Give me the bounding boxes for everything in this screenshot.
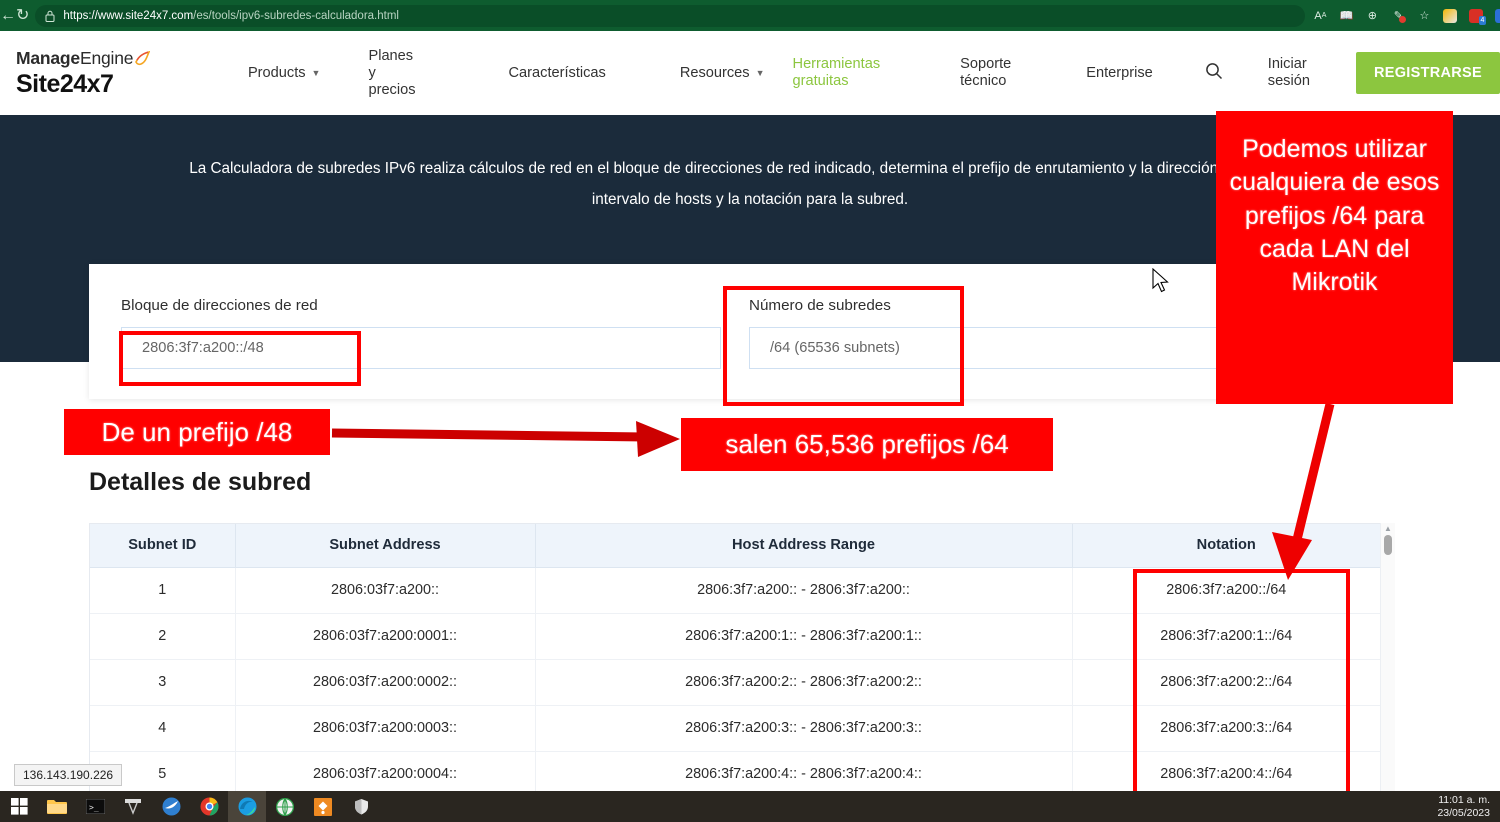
cell-subnet-id: 3 bbox=[90, 659, 235, 705]
table-header-row: Subnet ID Subnet Address Host Address Ra… bbox=[90, 524, 1380, 567]
address-bar[interactable]: https://www.site24x7.com/es/tools/ipv6-s… bbox=[35, 5, 1305, 27]
chevron-down-icon: ▼ bbox=[312, 65, 321, 82]
svg-text:>_: >_ bbox=[89, 803, 99, 812]
nav-item-planes-precios[interactable]: Planes y precios bbox=[368, 48, 415, 99]
signin-link[interactable]: Iniciar sesión bbox=[1268, 56, 1310, 90]
page-title: Detalles de subred bbox=[89, 468, 311, 497]
cell-subnet-address: 2806:03f7:a200:0003:: bbox=[235, 705, 535, 751]
url-path: /es/tools/ipv6-subredes-calculadora.html bbox=[193, 10, 399, 22]
cell-subnet-address: 2806:03f7:a200:: bbox=[235, 567, 535, 613]
read-aloud-icon[interactable]: AA bbox=[1307, 0, 1333, 31]
cell-subnet-id: 1 bbox=[90, 567, 235, 613]
browser-toolbar: ← ↻ https://www.site24x7.com/es/tools/ip… bbox=[0, 0, 1500, 31]
nav-label-soporte: Soporte técnico bbox=[960, 56, 1011, 90]
browser-extension-icons: AA 📖 ⊕ ✎ ☆ 4 A 4 ip ♡ ◫ ↓ ▣ ● ⋯ b bbox=[1307, 0, 1500, 31]
globe-green-icon[interactable] bbox=[266, 791, 304, 822]
network-block-label: Bloque de direcciones de red bbox=[121, 297, 721, 314]
favorites-icon[interactable]: ☆ bbox=[1411, 0, 1437, 31]
cell-host-range: 2806:3f7:a200:1:: - 2806:3f7:a200:1:: bbox=[535, 613, 1072, 659]
cell-subnet-address: 2806:03f7:a200:0001:: bbox=[235, 613, 535, 659]
column-header-subnet-address: Subnet Address bbox=[235, 524, 535, 567]
edge-icon[interactable] bbox=[228, 791, 266, 822]
nav-label-enterprise: Enterprise bbox=[1086, 65, 1153, 82]
cell-subnet-id: 4 bbox=[90, 705, 235, 751]
annotation-label-mikrotik: Podemos utilizar cualquiera de esos pref… bbox=[1216, 111, 1453, 404]
snipping-tool-icon[interactable] bbox=[114, 791, 152, 822]
nav-label-herramientas: Herramientas gratuitas bbox=[793, 56, 881, 90]
cell-subnet-address: 2806:03f7:a200:0002:: bbox=[235, 659, 535, 705]
chevron-down-icon: ▼ bbox=[756, 65, 765, 82]
nav-item-resources[interactable]: Resources ▼ bbox=[680, 65, 765, 82]
cell-host-range: 2806:3f7:a200:: - 2806:3f7:a200:: bbox=[535, 567, 1072, 613]
mikrotik-icon[interactable] bbox=[304, 791, 342, 822]
logo-site24x7: Site24x7 bbox=[16, 70, 186, 99]
annotation-label-prefix-64: salen 65,536 prefijos /64 bbox=[681, 418, 1053, 471]
scroll-up-arrow-icon[interactable]: ▲ bbox=[1381, 523, 1395, 535]
cell-host-range: 2806:3f7:a200:4:: - 2806:3f7:a200:4:: bbox=[535, 751, 1072, 795]
file-explorer-icon[interactable] bbox=[38, 791, 76, 822]
nav-item-enterprise[interactable]: Enterprise bbox=[1086, 65, 1153, 82]
terminal-icon[interactable]: >_ bbox=[76, 791, 114, 822]
annotation-rect-network-input bbox=[119, 331, 361, 386]
clock-time: 11:01 a. m. bbox=[1438, 794, 1490, 807]
register-button[interactable]: REGISTRARSE bbox=[1356, 52, 1500, 94]
start-icon[interactable] bbox=[0, 791, 38, 822]
url-host: https://www.site24x7.com bbox=[63, 10, 193, 22]
nav-item-soporte-tecnico[interactable]: Soporte técnico bbox=[960, 56, 1011, 90]
column-header-host-range: Host Address Range bbox=[535, 524, 1072, 567]
annotation-label-prefix-48: De un prefijo /48 bbox=[64, 409, 330, 455]
clock-date: 23/05/2023 bbox=[1437, 807, 1490, 820]
nav-item-herramientas-gratuitas[interactable]: Herramientas gratuitas bbox=[793, 56, 881, 90]
eyedropper-icon[interactable]: ✎ bbox=[1385, 0, 1411, 31]
column-header-subnet-id: Subnet ID bbox=[90, 524, 235, 567]
nav-label-caracteristicas: Características bbox=[509, 65, 606, 82]
cell-subnet-address: 2806:03f7:a200:0004:: bbox=[235, 751, 535, 795]
winbox-icon[interactable] bbox=[152, 791, 190, 822]
back-arrow-icon[interactable]: ← bbox=[0, 0, 16, 31]
extension-badge-count: 4 bbox=[1479, 16, 1487, 25]
logo-engine-text: Engine bbox=[80, 48, 133, 68]
scrollbar-thumb[interactable] bbox=[1384, 535, 1392, 555]
extension-blue-icon[interactable] bbox=[1489, 0, 1500, 31]
mouse-cursor-icon bbox=[1152, 268, 1170, 294]
status-ip-tooltip: 136.143.190.226 bbox=[14, 764, 122, 786]
annotation-rect-subnet-count bbox=[723, 286, 964, 406]
lock-icon bbox=[45, 10, 55, 22]
main-navigation: Products ▼ Planes y precios Característi… bbox=[186, 48, 1500, 99]
banner-description: La Calculadora de subredes IPv6 realiza … bbox=[180, 153, 1320, 215]
search-icon[interactable] bbox=[1205, 62, 1223, 85]
screen: ← ↻ https://www.site24x7.com/es/tools/ip… bbox=[0, 0, 1500, 822]
chrome-icon[interactable] bbox=[190, 791, 228, 822]
zoom-icon[interactable]: ⊕ bbox=[1359, 0, 1385, 31]
nav-item-products[interactable]: Products ▼ bbox=[248, 65, 321, 82]
extension-shopping-icon[interactable] bbox=[1437, 0, 1463, 31]
site-logo[interactable]: ManageEngine Site24x7 bbox=[16, 48, 186, 99]
cell-subnet-id: 2 bbox=[90, 613, 235, 659]
annotation-rect-notation-column bbox=[1133, 569, 1350, 808]
column-header-notation: Notation bbox=[1072, 524, 1380, 567]
taskbar-clock[interactable]: 11:01 a. m. 23/05/2023 bbox=[1437, 791, 1490, 822]
nav-label-planes: Planes y precios bbox=[368, 48, 415, 99]
reload-icon[interactable]: ↻ bbox=[16, 0, 29, 31]
cell-host-range: 2806:3f7:a200:2:: - 2806:3f7:a200:2:: bbox=[535, 659, 1072, 705]
windows-taskbar: >_ 11:01 a. m. 23/05/2023 bbox=[0, 791, 1500, 822]
security-shield-icon[interactable] bbox=[342, 791, 380, 822]
cell-host-range: 2806:3f7:a200:3:: - 2806:3f7:a200:3:: bbox=[535, 705, 1072, 751]
logo-swoosh-icon bbox=[134, 51, 150, 67]
nav-label-resources: Resources bbox=[680, 65, 750, 82]
site-header: ManageEngine Site24x7 Products ▼ Planes … bbox=[0, 31, 1500, 115]
nav-label-products: Products bbox=[248, 65, 306, 82]
nav-item-caracteristicas[interactable]: Características bbox=[509, 65, 606, 82]
logo-manage-text: Manage bbox=[16, 48, 80, 68]
logo-manageengine: ManageEngine bbox=[16, 48, 186, 69]
extension-coupons-icon[interactable]: 4 bbox=[1463, 0, 1489, 31]
arrow-prefix48-to-prefix64 bbox=[332, 421, 680, 457]
immersive-reader-icon[interactable]: 📖 bbox=[1333, 0, 1359, 31]
table-scrollbar[interactable]: ▲ bbox=[1380, 523, 1395, 795]
